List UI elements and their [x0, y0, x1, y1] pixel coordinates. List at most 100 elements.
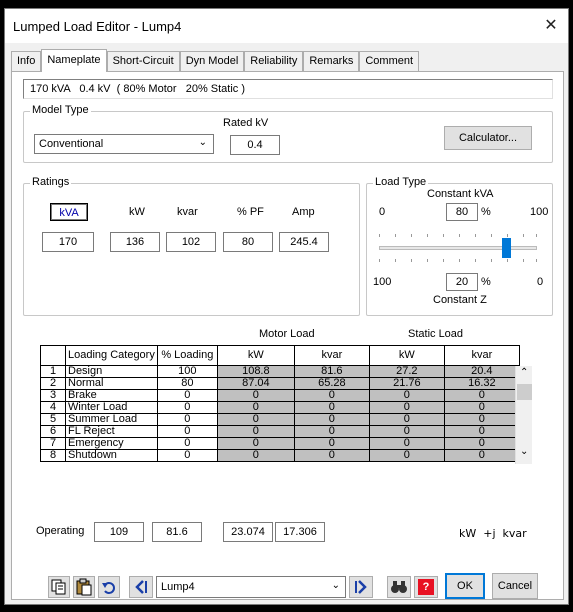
tab-info[interactable]: Info [11, 51, 42, 71]
copy-icon[interactable] [48, 576, 70, 598]
load-type-slider[interactable] [379, 238, 537, 258]
operating-units: kW +j kvar [459, 527, 527, 540]
constant-z-percent-input[interactable]: 20 [446, 273, 478, 291]
percent-loading-cell[interactable]: 0 [156, 425, 218, 438]
help-icon[interactable]: ? [414, 576, 438, 598]
loading-category-cell[interactable]: Summer Load [65, 413, 158, 426]
kvar-input[interactable]: 102 [166, 232, 216, 252]
percent-loading-cell[interactable]: 0 [156, 449, 218, 462]
tab-strip: Info Nameplate Short-Circuit Dyn Model R… [11, 49, 420, 72]
loading-category-cell[interactable]: Emergency [65, 437, 158, 450]
motor-kw-cell: 0 [216, 401, 295, 414]
rated-kv-input[interactable]: 0.4 [230, 135, 280, 155]
element-select[interactable]: Lump4 ⌄ [156, 576, 346, 598]
amp-header[interactable]: Amp [292, 206, 315, 218]
element-select-value: Lump4 [161, 581, 195, 593]
kw-header[interactable]: kW [129, 206, 145, 218]
z-percent-sign: % [481, 276, 491, 288]
motor-kvar-cell: 0 [293, 389, 370, 402]
tab-remarks[interactable]: Remarks [303, 51, 360, 71]
kva-input[interactable]: 170 [42, 232, 94, 252]
operating-label: Operating [36, 525, 85, 537]
loading-category-cell[interactable]: Design [65, 365, 158, 378]
table-row[interactable]: 7 Emergency 0 0 0 0 0 [40, 437, 520, 450]
percent-loading-header: % Loading [156, 345, 218, 366]
motor-kvar-cell: 0 [293, 449, 370, 462]
table-row[interactable]: 8 Shutdown 0 0 0 0 0 [40, 449, 520, 462]
kva-header-button[interactable]: kVA [50, 203, 88, 221]
scrollbar-thumb[interactable] [517, 384, 532, 400]
loading-category-cell[interactable]: FL Reject [65, 425, 158, 438]
tab-nameplate[interactable]: Nameplate [41, 49, 107, 72]
static-kw-cell: 27.2 [368, 365, 445, 378]
loading-table: Loading Category % Loading kW kvar kW kv… [40, 345, 520, 462]
tab-comment[interactable]: Comment [359, 51, 420, 71]
load-type-label: Load Type [373, 176, 429, 188]
table-row[interactable]: 4 Winter Load 0 0 0 0 0 [40, 401, 520, 414]
constant-kva-percent-input[interactable]: 80 [446, 203, 478, 221]
ratings-group: Ratings kVA kW kvar % PF Amp 170 136 102… [23, 176, 360, 316]
loading-category-cell[interactable]: Winter Load [65, 401, 158, 414]
calculator-button[interactable]: Calculator... [444, 126, 532, 150]
next-element-button[interactable] [349, 576, 373, 598]
motor-kw-header: kW [216, 345, 295, 366]
static-kvar-cell: 16.32 [443, 377, 520, 390]
motor-kvar-cell: 0 [293, 401, 370, 414]
slider-thumb[interactable] [502, 238, 512, 258]
percent-loading-cell[interactable]: 0 [156, 401, 218, 414]
loading-table-scrollbar[interactable]: ⌃ ⌄ [515, 366, 532, 464]
model-type-select[interactable]: Conventional ⌄ [34, 134, 214, 154]
chevron-down-icon[interactable]: ⌄ [520, 446, 528, 457]
close-icon[interactable]: ✕ [540, 15, 562, 37]
pf-input[interactable]: 80 [223, 232, 273, 252]
binoculars-icon[interactable] [387, 576, 411, 598]
table-row[interactable]: 1 Design 100 108.8 81.6 27.2 20.4 [40, 365, 520, 378]
cancel-button[interactable]: Cancel [492, 573, 538, 599]
kw-input[interactable]: 136 [110, 232, 160, 252]
percent-loading-cell[interactable]: 80 [156, 377, 218, 390]
static-load-label: Static Load [408, 328, 464, 340]
previous-element-button[interactable] [129, 576, 153, 598]
motor-kvar-cell: 0 [293, 413, 370, 426]
undo-icon[interactable] [98, 576, 120, 598]
kvar-header[interactable]: kvar [177, 206, 198, 218]
static-kvar-cell: 0 [443, 389, 520, 402]
amp-input[interactable]: 245.4 [279, 232, 329, 252]
ok-button[interactable]: OK [445, 573, 485, 599]
static-kw-cell: 0 [368, 425, 445, 438]
loading-category-cell[interactable]: Brake [65, 389, 158, 402]
motor-kvar-header: kvar [293, 345, 370, 366]
row-index: 6 [40, 425, 66, 438]
slider-right-max: 100 [530, 206, 549, 218]
operating-static-kvar: 17.306 [275, 522, 325, 542]
model-type-group: Model Type Conventional ⌄ Rated kV 0.4 C… [23, 104, 553, 163]
tab-reliability[interactable]: Reliability [244, 51, 304, 71]
nameplate-panel: 170 kVA 0.4 kV ( 80% Motor 20% Static ) … [11, 71, 564, 600]
loading-category-cell[interactable]: Normal [65, 377, 158, 390]
help-glyph: ? [418, 579, 434, 595]
table-row[interactable]: 2 Normal 80 87.04 65.28 21.76 16.32 [40, 377, 520, 390]
nameplate-summary: 170 kVA 0.4 kV ( 80% Motor 20% Static ) [23, 79, 553, 99]
row-index: 2 [40, 377, 66, 390]
table-row[interactable]: 5 Summer Load 0 0 0 0 0 [40, 413, 520, 426]
motor-load-label: Motor Load [259, 328, 315, 340]
constant-z-label: Constant Z [433, 294, 487, 306]
loading-category-cell[interactable]: Shutdown [65, 449, 158, 462]
model-type-label: Model Type [30, 104, 91, 116]
chevron-up-icon[interactable]: ⌃ [520, 367, 528, 378]
paste-icon[interactable] [73, 576, 95, 598]
percent-loading-cell[interactable]: 0 [156, 437, 218, 450]
motor-kw-cell: 0 [216, 437, 295, 450]
static-kw-cell: 0 [368, 401, 445, 414]
index-header [40, 345, 66, 366]
percent-loading-cell[interactable]: 100 [156, 365, 218, 378]
table-row[interactable]: 6 FL Reject 0 0 0 0 0 [40, 425, 520, 438]
tab-short-circuit[interactable]: Short-Circuit [106, 51, 180, 71]
table-row[interactable]: 3 Brake 0 0 0 0 0 [40, 389, 520, 402]
operating-kw: 109 [94, 522, 144, 542]
pf-header[interactable]: % PF [237, 206, 264, 218]
motor-kw-cell: 0 [216, 413, 295, 426]
percent-loading-cell[interactable]: 0 [156, 413, 218, 426]
percent-loading-cell[interactable]: 0 [156, 389, 218, 402]
tab-dyn-model[interactable]: Dyn Model [179, 51, 245, 71]
